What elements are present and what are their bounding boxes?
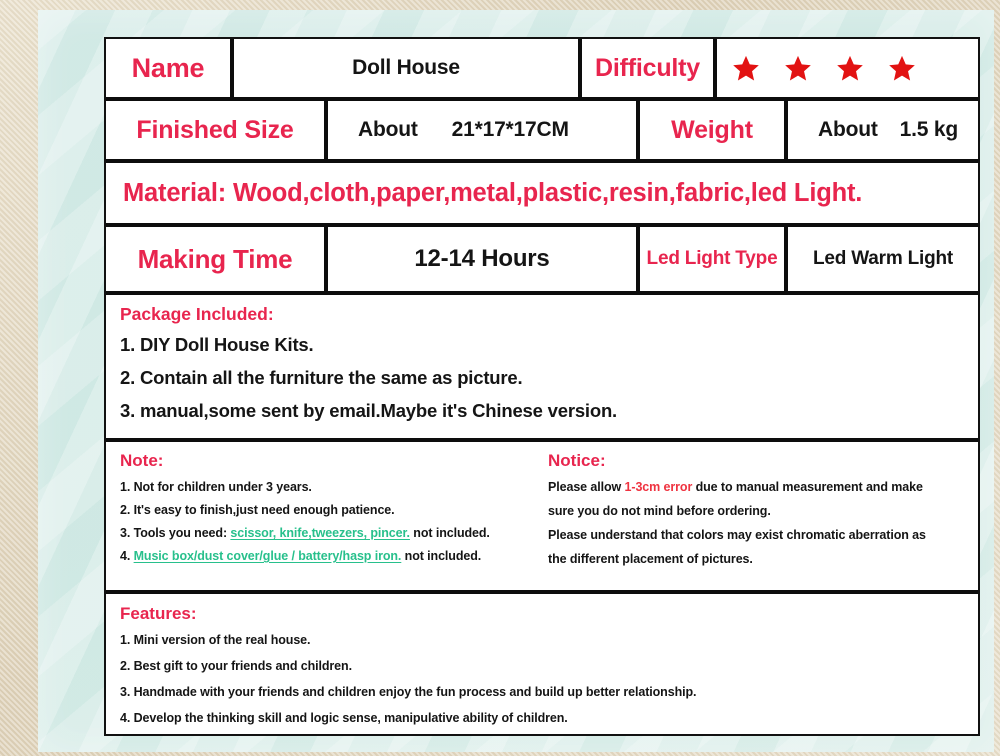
package-item: 2. Contain all the furniture the same as… [120, 367, 523, 388]
notice-line1-prefix: Please allow [548, 480, 625, 494]
difficulty-star-icon [733, 55, 759, 80]
difficulty-star-icon [785, 55, 811, 80]
feature-item: 1. Mini version of the real house. [120, 633, 311, 647]
difficulty-star-icon [837, 55, 863, 80]
feature-item: 2. Best gift to your friends and childre… [120, 659, 352, 673]
package-item: 3. manual,some sent by email.Maybe it's … [120, 400, 617, 421]
note-item-tools: 3. Tools you need: scissor, knife,tweeze… [120, 526, 542, 540]
spec-row-size-weight: Finished Size About 21*17*17CM Weight Ab… [106, 101, 978, 163]
notice-line1-suffix: due to manual measurement and make [692, 480, 923, 494]
weight-value: 1.5 kg [899, 118, 959, 141]
note-item-accessories: 4. Music box/dust cover/glue / battery/h… [120, 549, 542, 563]
making-time-value-cell: 12-14 Hours [328, 227, 640, 291]
note-item3-prefix: 3. Tools you need: [120, 526, 231, 540]
finished-size-label-cell: Finished Size [106, 101, 328, 159]
finished-size-label: Finished Size [136, 115, 294, 144]
note-item: 2. It's easy to finish,just need enough … [120, 503, 395, 517]
notice-line-3: Please understand that colors may exist … [548, 528, 926, 542]
features-title: Features: [120, 604, 197, 623]
name-value-cell: Doll House [234, 39, 582, 97]
weight-label-cell: Weight [640, 101, 788, 159]
material-line: Material: Wood,cloth,paper,metal,plastic… [123, 178, 863, 207]
spec-row-name: Name Doll House Difficulty [106, 39, 978, 101]
led-light-type-label-cell: Led Light Type [640, 227, 788, 291]
outer-frame: Name Doll House Difficulty Finished Size… [0, 0, 1000, 756]
notice-line-2: sure you do not mind before ordering. [548, 504, 771, 518]
difficulty-label-cell: Difficulty [582, 39, 717, 97]
notice-line-1: Please allow 1-3cm error due to manual m… [548, 480, 964, 494]
weight-value-cell: About 1.5 kg [788, 101, 978, 159]
difficulty-label: Difficulty [595, 53, 700, 82]
difficulty-star-icon [889, 55, 915, 80]
finished-size-value-cell: About 21*17*17CM [328, 101, 640, 159]
finished-size-about: About [358, 118, 418, 141]
name-value: Doll House [352, 56, 460, 79]
note-item3-tools-highlight: scissor, knife,tweezers, pincer. [230, 526, 410, 540]
note-item4-accessories-highlight: Music box/dust cover/glue / battery/hasp… [133, 549, 402, 563]
making-time-label-cell: Making Time [106, 227, 328, 291]
note-notice-section: Note: 1. Not for children under 3 years.… [106, 442, 978, 594]
spec-row-making-time: Making Time 12-14 Hours Led Light Type L… [106, 227, 978, 295]
led-light-type-value-cell: Led Warm Light [788, 227, 978, 291]
name-label-cell: Name [106, 39, 234, 97]
notice-title: Notice: [548, 451, 606, 470]
feature-item: 3. Handmade with your friends and childr… [120, 685, 697, 699]
package-included-section: Package Included: 1. DIY Doll House Kits… [106, 295, 978, 442]
features-section: Features: 1. Mini version of the real ho… [106, 594, 978, 725]
material-cell: Material: Wood,cloth,paper,metal,plastic… [106, 163, 978, 223]
mint-background-panel: Name Doll House Difficulty Finished Size… [38, 10, 994, 752]
making-time-label: Making Time [137, 243, 293, 274]
notice-error-tolerance: 1-3cm error [624, 480, 693, 494]
led-light-type-label: Led Light Type [646, 248, 778, 269]
note-title: Note: [120, 451, 164, 470]
spec-sheet: Name Doll House Difficulty Finished Size… [104, 37, 980, 736]
led-light-type-value: Led Warm Light [812, 248, 954, 269]
package-included-title: Package Included: [120, 304, 274, 324]
notice-column: Notice: Please allow 1-3cm error due to … [542, 442, 978, 590]
name-label: Name [131, 52, 205, 83]
weight-label: Weight [671, 115, 753, 144]
note-item3-suffix: not included. [409, 526, 490, 540]
note-item4-suffix: not included. [401, 549, 482, 563]
feature-item: 4. Develop the thinking skill and logic … [120, 711, 568, 725]
making-time-value: 12-14 Hours [414, 245, 550, 272]
notice-line-4: the different placement of pictures. [548, 552, 753, 566]
difficulty-stars [717, 39, 978, 97]
package-item: 1. DIY Doll House Kits. [120, 334, 314, 355]
note-item: 1. Not for children under 3 years. [120, 480, 312, 494]
spec-row-material: Material: Wood,cloth,paper,metal,plastic… [106, 163, 978, 227]
finished-size-value: 21*17*17CM [451, 118, 569, 141]
note-item4-prefix: 4. [120, 549, 134, 563]
weight-about: About [818, 118, 878, 141]
note-column: Note: 1. Not for children under 3 years.… [106, 442, 542, 590]
